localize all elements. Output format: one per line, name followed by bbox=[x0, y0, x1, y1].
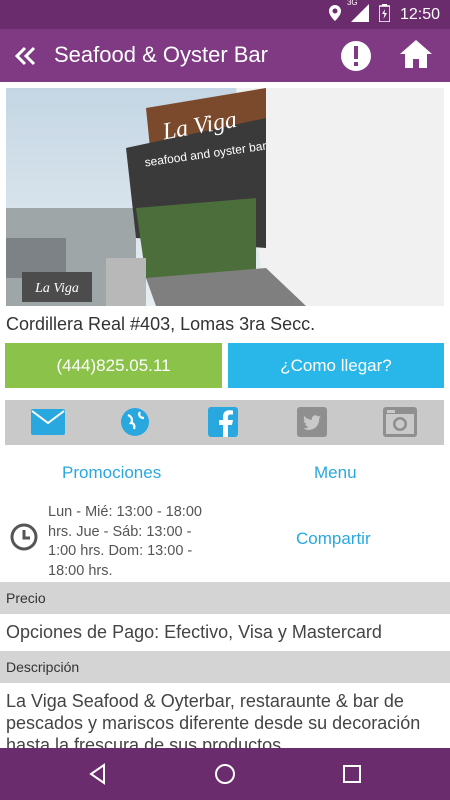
social-bar bbox=[5, 400, 444, 445]
double-chevron-left-icon bbox=[14, 46, 36, 66]
nav-home-button[interactable] bbox=[213, 762, 237, 786]
opening-hours: Lun - Mié: 13:00 - 18:00 hrs. Jue - Sáb:… bbox=[48, 504, 202, 579]
battery-icon bbox=[378, 4, 391, 26]
home-icon bbox=[400, 40, 432, 68]
twitter-button[interactable] bbox=[295, 406, 329, 438]
square-recents-icon bbox=[343, 765, 361, 783]
page-title: La Viga Seafood & Oyster Bar bbox=[48, 42, 268, 67]
photo-logo: La Viga bbox=[34, 281, 79, 296]
description-text: La Viga Seafood & Oyterbar, restaraunte … bbox=[6, 691, 421, 748]
promotions-link[interactable]: Promociones bbox=[62, 463, 161, 483]
twitter-icon bbox=[297, 407, 327, 437]
instagram-button[interactable] bbox=[383, 406, 417, 438]
location-icon bbox=[328, 5, 341, 25]
status-bar: 3G 12:50 bbox=[0, 0, 450, 29]
nav-recents-button[interactable] bbox=[340, 762, 364, 786]
signal-icon: 3G bbox=[347, 0, 369, 26]
facebook-button[interactable] bbox=[206, 406, 240, 438]
camera-icon bbox=[383, 407, 417, 437]
alert-icon bbox=[341, 41, 371, 71]
globe-icon bbox=[121, 408, 149, 436]
email-icon bbox=[31, 409, 65, 435]
report-button[interactable] bbox=[338, 38, 374, 74]
navigation-bar bbox=[0, 748, 450, 800]
triangle-back-icon bbox=[89, 763, 105, 785]
clock-icon bbox=[10, 523, 38, 551]
payment-options: Opciones de Pago: Efectivo, Visa y Maste… bbox=[6, 622, 382, 642]
clock: 12:50 bbox=[399, 6, 440, 23]
share-link[interactable]: Compartir bbox=[296, 529, 371, 549]
restaurant-photo: La Viga seafood and oyster bar La Viga bbox=[6, 88, 444, 306]
website-button[interactable] bbox=[118, 406, 152, 438]
address: Cordillera Real #403, Lomas 3ra Secc. bbox=[6, 314, 316, 334]
back-button[interactable] bbox=[8, 38, 44, 74]
directions-button[interactable]: ¿Como llegar? bbox=[228, 343, 444, 388]
description-header: Descripción bbox=[0, 651, 450, 683]
menu-link[interactable]: Menu bbox=[314, 463, 357, 483]
facebook-icon bbox=[208, 407, 238, 437]
home-button[interactable] bbox=[398, 38, 438, 74]
call-button[interactable]: (444)825.05.11 bbox=[5, 343, 222, 388]
app-bar: La Viga Seafood & Oyster Bar bbox=[0, 29, 450, 82]
nav-back-button[interactable] bbox=[86, 762, 110, 786]
circle-home-icon bbox=[215, 764, 235, 784]
price-header: Precio bbox=[0, 582, 450, 614]
email-button[interactable] bbox=[31, 406, 65, 438]
